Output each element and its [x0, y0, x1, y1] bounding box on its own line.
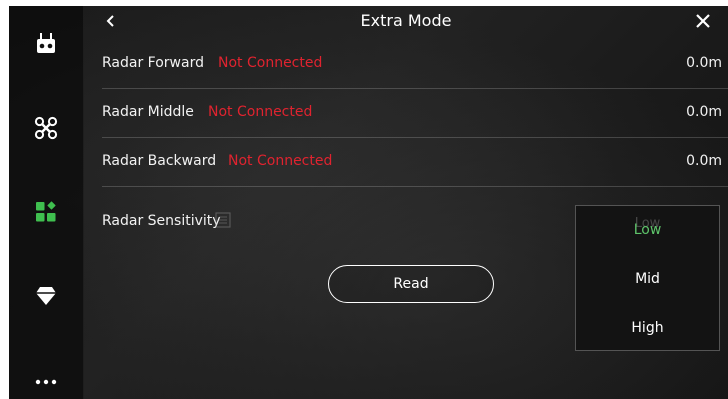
gem-icon [36, 287, 56, 305]
modules-icon [36, 201, 56, 222]
radar-middle-row: Radar Middle Not Connected 0.0m [102, 89, 728, 138]
radar-backward-row: Radar Backward Not Connected 0.0m [102, 138, 728, 187]
sidebar-item-remote-controller[interactable] [9, 24, 83, 64]
radar-middle-status: Not Connected [208, 104, 313, 120]
radar-backward-value: 0.0m [686, 153, 722, 169]
sensitivity-option-high[interactable]: High [576, 311, 719, 345]
radar-middle-label: Radar Middle [102, 104, 194, 120]
sensitivity-option-mid[interactable]: Mid [576, 262, 719, 296]
main-panel: Extra Mode Radar Forward Not Connected 0… [84, 6, 728, 399]
radar-sensitivity-label: Radar Sensitivity [102, 213, 221, 229]
radar-middle-value: 0.0m [686, 104, 722, 120]
sidebar-item-gem[interactable] [9, 276, 83, 316]
close-button[interactable] [690, 8, 716, 34]
read-button[interactable]: Read [328, 265, 494, 303]
sidebar-item-modules[interactable] [9, 192, 83, 232]
sidebar-item-aircraft[interactable] [9, 108, 83, 148]
sensitivity-option-low[interactable]: Low [576, 213, 719, 247]
close-icon [696, 14, 710, 28]
radar-forward-row: Radar Forward Not Connected 0.0m [102, 40, 728, 89]
radar-forward-value: 0.0m [686, 55, 722, 71]
more-icon [35, 379, 57, 385]
header: Extra Mode [84, 6, 728, 36]
radar-backward-status: Not Connected [228, 153, 333, 169]
remote-controller-icon [37, 33, 55, 53]
radar-forward-label: Radar Forward [102, 55, 204, 71]
sidebar-item-more[interactable] [9, 362, 83, 399]
sensitivity-dropdown[interactable]: Low Low Mid High [575, 205, 720, 351]
sidebar [9, 6, 84, 399]
radar-forward-status: Not Connected [218, 55, 323, 71]
radar-backward-label: Radar Backward [102, 153, 217, 169]
app-screen: Extra Mode Radar Forward Not Connected 0… [9, 6, 728, 399]
info-icon [215, 212, 231, 228]
drone-icon [34, 116, 58, 140]
page-title: Extra Mode [360, 11, 452, 30]
